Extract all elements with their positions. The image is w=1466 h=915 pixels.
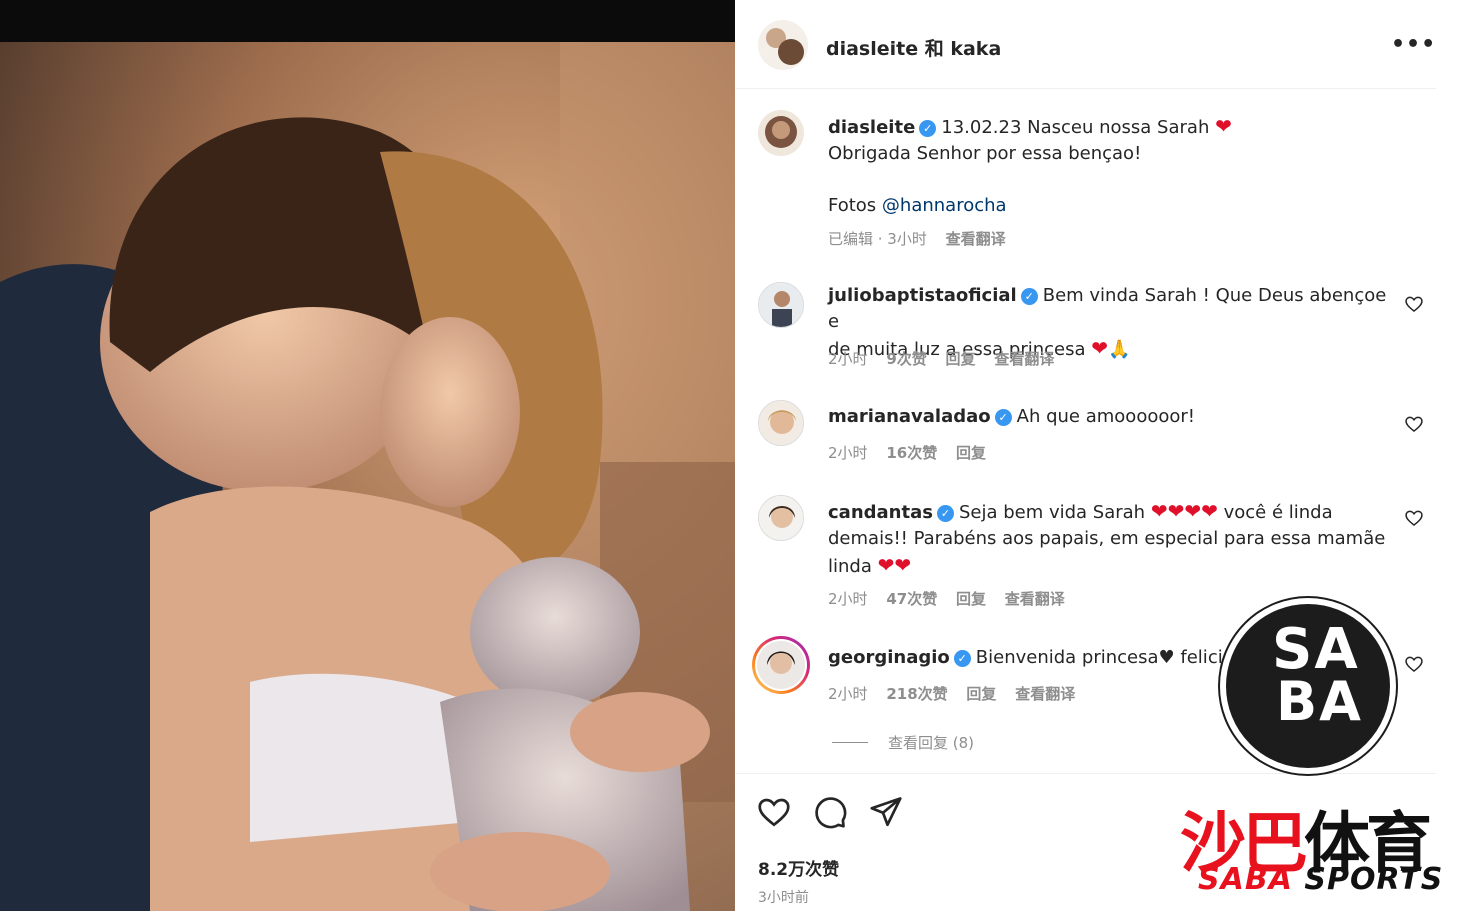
en-dark-part: SPORTS	[1304, 862, 1444, 897]
comment-username[interactable]: marianavaladao	[828, 406, 991, 427]
red-heart-icon: ❤	[1215, 114, 1232, 138]
header-username[interactable]: diasleite 和 kaka	[826, 34, 1001, 61]
verified-icon: ✓	[994, 409, 1012, 426]
praying-hands-icon: 🙏	[1108, 339, 1131, 360]
caption-meta: 已编辑 · 3小时 查看翻译	[828, 228, 1020, 249]
verified-icon: ✓	[1020, 288, 1038, 305]
red-heart-icon: ❤❤	[877, 553, 912, 577]
reply-button[interactable]: 回复	[946, 350, 976, 368]
heart-icon[interactable]	[756, 794, 792, 830]
red-heart-icon: ❤❤❤❤	[1150, 499, 1218, 523]
comment-likes[interactable]: 16次赞	[886, 444, 937, 462]
comment-text: marianavaladao ✓ Ah que amoooooor!	[828, 404, 1388, 430]
verified-icon: ✓	[936, 505, 954, 522]
comment-body: Seja bem vida Sarah	[958, 502, 1146, 523]
comment-heart-icon[interactable]	[1404, 508, 1424, 528]
comment-heart-icon[interactable]	[1404, 294, 1424, 314]
fotos-label: Fotos	[828, 195, 877, 216]
caption-username[interactable]: diasleite	[828, 117, 915, 138]
en-red-part: SABA	[1198, 862, 1293, 897]
comment-username[interactable]: georginagio	[828, 647, 950, 668]
comment-meta: 2小时 47次赞 回复 查看翻译	[828, 588, 1079, 609]
comment-time: 2小时	[828, 350, 868, 368]
translate-link[interactable]: 查看翻译	[1005, 590, 1065, 608]
comment-meta: 2小时 218次赞 回复 查看翻译	[828, 683, 1089, 704]
likes-count[interactable]: 8.2万次赞	[758, 855, 839, 880]
comment-body-line2: demais!! Parabéns aos papais, em especia…	[828, 528, 1386, 549]
send-icon[interactable]	[868, 794, 904, 830]
mention-link[interactable]: @hannarocha	[882, 195, 1007, 216]
comment-meta: 2小时 16次赞 回复	[828, 442, 1000, 463]
caption-line1: 13.02.23 Nasceu nossa Sarah	[941, 117, 1210, 138]
verified-icon: ✓	[953, 650, 971, 667]
actions-divider	[736, 773, 1436, 774]
edited-time: 已编辑 · 3小时	[828, 230, 927, 248]
comment-avatar[interactable]	[758, 282, 804, 328]
translate-link[interactable]: 查看翻译	[994, 350, 1054, 368]
header-avatar[interactable]	[758, 20, 808, 70]
comment-body-line3: linda	[828, 556, 872, 577]
more-options-icon[interactable]: •••	[1391, 32, 1436, 57]
comment-icon[interactable]	[812, 794, 848, 830]
comment-likes[interactable]: 218次赞	[886, 685, 947, 703]
comment-meta: 2小时 9次赞 回复 查看翻译	[828, 348, 1068, 369]
caption-avatar[interactable]	[758, 110, 804, 156]
comment-avatar[interactable]	[758, 495, 804, 541]
comment-time: 2小时	[828, 685, 868, 703]
comment-avatar[interactable]	[758, 400, 804, 446]
header-divider	[736, 88, 1436, 89]
comment-username[interactable]: candantas	[828, 502, 933, 523]
comment-body-part: você é linda	[1223, 502, 1333, 523]
story-ring-avatar[interactable]	[752, 636, 810, 694]
comment-username[interactable]: juliobaptistaoficial	[828, 285, 1017, 306]
comment-text: candantas ✓ Seja bem vida Sarah ❤❤❤❤ você …	[828, 498, 1388, 580]
comment-heart-icon[interactable]	[1404, 654, 1424, 674]
saba-english-logo: SABA SPORTS	[1198, 862, 1443, 897]
comment-body: Ah que amoooooor!	[1016, 406, 1195, 427]
reply-button[interactable]: 回复	[966, 685, 996, 703]
reply-button[interactable]: 回复	[956, 590, 986, 608]
comment-heart-icon[interactable]	[1404, 414, 1424, 434]
post-time: 3小时前	[758, 890, 809, 906]
comment-time: 2小时	[828, 444, 868, 462]
replies-divider-line	[832, 742, 868, 743]
caption-line2: Obrigada Senhor por essa bençao!	[828, 143, 1142, 164]
saba-logo-badge: SA BA	[1220, 598, 1396, 774]
translate-link[interactable]: 查看翻译	[1015, 685, 1075, 703]
red-heart-icon: ❤	[1091, 336, 1109, 360]
reply-button[interactable]: 回复	[956, 444, 986, 462]
photo-top-letterbox	[0, 0, 735, 42]
view-replies-label: 查看回复 (8)	[888, 734, 975, 752]
photo-illustration	[0, 42, 735, 911]
comment-likes[interactable]: 47次赞	[886, 590, 937, 608]
caption-text: diasleite ✓ 13.02.23 Nasceu nossa Sarah ❤ …	[828, 113, 1388, 219]
post-photo[interactable]	[0, 0, 735, 911]
comment-likes[interactable]: 9次赞	[886, 350, 926, 368]
verified-icon: ✓	[919, 120, 937, 137]
view-replies-link[interactable]: 查看回复 (8)	[832, 732, 974, 753]
logo-line2: BA	[1276, 670, 1363, 733]
caption-translate-link[interactable]: 查看翻译	[946, 230, 1006, 248]
comment-time: 2小时	[828, 590, 868, 608]
post-panel: diasleite 和 kaka ••• diasleite ✓ 13.02.23 …	[736, 0, 1466, 915]
